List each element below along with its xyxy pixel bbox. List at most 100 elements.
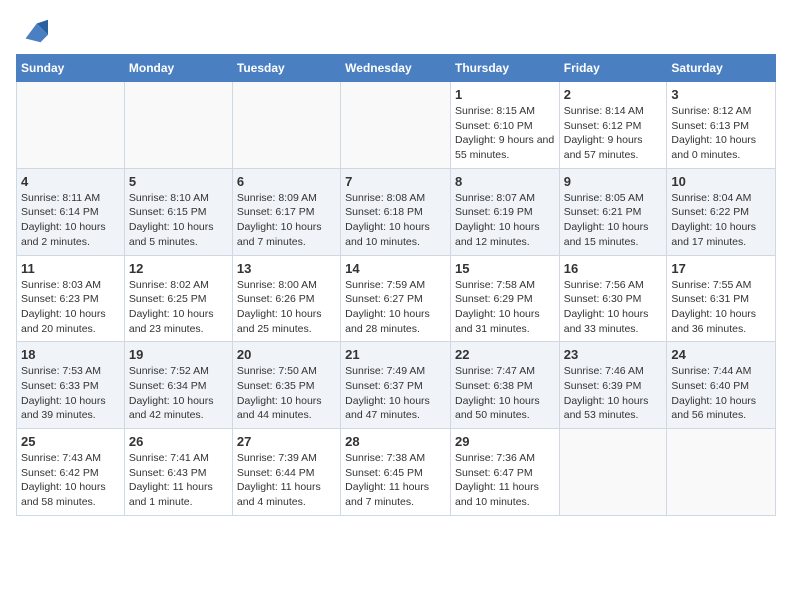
- calendar-cell: 10 Sunrise: 8:04 AMSunset: 6:22 PMDayligh…: [667, 168, 776, 255]
- day-info: Sunrise: 7:56 AMSunset: 6:30 PMDaylight:…: [564, 278, 663, 337]
- header-cell-monday: Monday: [124, 55, 232, 82]
- day-number: 22: [455, 347, 555, 362]
- day-number: 12: [129, 261, 228, 276]
- logo: [16, 16, 48, 46]
- day-info: Sunrise: 7:39 AMSunset: 6:44 PMDaylight:…: [237, 451, 336, 510]
- day-info: Sunrise: 7:59 AMSunset: 6:27 PMDaylight:…: [345, 278, 446, 337]
- day-info: Sunrise: 7:44 AMSunset: 6:40 PMDaylight:…: [671, 364, 771, 423]
- header-cell-thursday: Thursday: [450, 55, 559, 82]
- week-row-4: 25 Sunrise: 7:43 AMSunset: 6:42 PMDayligh…: [17, 429, 776, 516]
- day-info: Sunrise: 8:15 AMSunset: 6:10 PMDaylight:…: [455, 104, 555, 163]
- calendar-body: 1 Sunrise: 8:15 AMSunset: 6:10 PMDaylight…: [17, 82, 776, 516]
- calendar-cell: [17, 82, 125, 169]
- calendar-cell: 21 Sunrise: 7:49 AMSunset: 6:37 PMDayligh…: [341, 342, 451, 429]
- calendar-cell: 19 Sunrise: 7:52 AMSunset: 6:34 PMDayligh…: [124, 342, 232, 429]
- day-info: Sunrise: 8:07 AMSunset: 6:19 PMDaylight:…: [455, 191, 555, 250]
- calendar-cell: 25 Sunrise: 7:43 AMSunset: 6:42 PMDayligh…: [17, 429, 125, 516]
- day-number: 8: [455, 174, 555, 189]
- logo-icon: [18, 16, 48, 46]
- day-info: Sunrise: 8:10 AMSunset: 6:15 PMDaylight:…: [129, 191, 228, 250]
- day-number: 15: [455, 261, 555, 276]
- day-info: Sunrise: 7:38 AMSunset: 6:45 PMDaylight:…: [345, 451, 446, 510]
- week-row-3: 18 Sunrise: 7:53 AMSunset: 6:33 PMDayligh…: [17, 342, 776, 429]
- page-header: [16, 16, 776, 46]
- day-number: 10: [671, 174, 771, 189]
- day-info: Sunrise: 8:04 AMSunset: 6:22 PMDaylight:…: [671, 191, 771, 250]
- calendar-cell: 27 Sunrise: 7:39 AMSunset: 6:44 PMDayligh…: [232, 429, 340, 516]
- day-info: Sunrise: 8:02 AMSunset: 6:25 PMDaylight:…: [129, 278, 228, 337]
- week-row-0: 1 Sunrise: 8:15 AMSunset: 6:10 PMDaylight…: [17, 82, 776, 169]
- calendar-cell: 16 Sunrise: 7:56 AMSunset: 6:30 PMDayligh…: [559, 255, 667, 342]
- calendar-cell: 18 Sunrise: 7:53 AMSunset: 6:33 PMDayligh…: [17, 342, 125, 429]
- day-number: 13: [237, 261, 336, 276]
- day-info: Sunrise: 7:52 AMSunset: 6:34 PMDaylight:…: [129, 364, 228, 423]
- calendar-cell: 20Sunrise: 7:50 AMSunset: 6:35 PMDayligh…: [232, 342, 340, 429]
- week-row-1: 4Sunrise: 8:11 AMSunset: 6:14 PMDaylight…: [17, 168, 776, 255]
- header-cell-friday: Friday: [559, 55, 667, 82]
- day-info: Sunrise: 7:53 AMSunset: 6:33 PMDaylight:…: [21, 364, 120, 423]
- calendar-cell: 23Sunrise: 7:46 AMSunset: 6:39 PMDayligh…: [559, 342, 667, 429]
- day-number: 18: [21, 347, 120, 362]
- calendar-cell: 3 Sunrise: 8:12 AMSunset: 6:13 PMDaylight…: [667, 82, 776, 169]
- day-number: 21: [345, 347, 446, 362]
- calendar-cell: [124, 82, 232, 169]
- calendar-cell: 26 Sunrise: 7:41 AMSunset: 6:43 PMDayligh…: [124, 429, 232, 516]
- calendar-cell: [232, 82, 340, 169]
- calendar-cell: 12 Sunrise: 8:02 AMSunset: 6:25 PMDayligh…: [124, 255, 232, 342]
- day-info: Sunrise: 8:12 AMSunset: 6:13 PMDaylight:…: [671, 104, 771, 163]
- calendar-cell: 6 Sunrise: 8:09 AMSunset: 6:17 PMDaylight…: [232, 168, 340, 255]
- day-info: Sunrise: 7:47 AMSunset: 6:38 PMDaylight:…: [455, 364, 555, 423]
- calendar-cell: 29 Sunrise: 7:36 AMSunset: 6:47 PMDayligh…: [450, 429, 559, 516]
- header-cell-wednesday: Wednesday: [341, 55, 451, 82]
- day-number: 1: [455, 87, 555, 102]
- day-number: 14: [345, 261, 446, 276]
- day-number: 26: [129, 434, 228, 449]
- calendar-cell: 9 Sunrise: 8:05 AMSunset: 6:21 PMDaylight…: [559, 168, 667, 255]
- calendar-cell: 15 Sunrise: 7:58 AMSunset: 6:29 PMDayligh…: [450, 255, 559, 342]
- calendar-cell: 7 Sunrise: 8:08 AMSunset: 6:18 PMDaylight…: [341, 168, 451, 255]
- calendar-cell: 22 Sunrise: 7:47 AMSunset: 6:38 PMDayligh…: [450, 342, 559, 429]
- day-info: Sunrise: 8:11 AMSunset: 6:14 PMDaylight:…: [21, 191, 120, 250]
- calendar-cell: 13 Sunrise: 8:00 AMSunset: 6:26 PMDayligh…: [232, 255, 340, 342]
- day-number: 6: [237, 174, 336, 189]
- week-row-2: 11Sunrise: 8:03 AMSunset: 6:23 PMDayligh…: [17, 255, 776, 342]
- day-info: Sunrise: 7:49 AMSunset: 6:37 PMDaylight:…: [345, 364, 446, 423]
- day-number: 9: [564, 174, 663, 189]
- calendar-cell: 17 Sunrise: 7:55 AMSunset: 6:31 PMDayligh…: [667, 255, 776, 342]
- day-info: Sunrise: 7:46 AMSunset: 6:39 PMDaylight:…: [564, 364, 663, 423]
- day-number: 7: [345, 174, 446, 189]
- calendar-cell: [667, 429, 776, 516]
- calendar-table: SundayMondayTuesdayWednesdayThursdayFrid…: [16, 54, 776, 516]
- day-number: 16: [564, 261, 663, 276]
- day-info: Sunrise: 8:08 AMSunset: 6:18 PMDaylight:…: [345, 191, 446, 250]
- header-cell-saturday: Saturday: [667, 55, 776, 82]
- day-info: Sunrise: 8:03 AMSunset: 6:23 PMDaylight:…: [21, 278, 120, 337]
- calendar-header: SundayMondayTuesdayWednesdayThursdayFrid…: [17, 55, 776, 82]
- day-info: Sunrise: 7:58 AMSunset: 6:29 PMDaylight:…: [455, 278, 555, 337]
- calendar-cell: 4Sunrise: 8:11 AMSunset: 6:14 PMDaylight…: [17, 168, 125, 255]
- day-info: Sunrise: 8:00 AMSunset: 6:26 PMDaylight:…: [237, 278, 336, 337]
- day-number: 3: [671, 87, 771, 102]
- calendar-cell: 5 Sunrise: 8:10 AMSunset: 6:15 PMDaylight…: [124, 168, 232, 255]
- calendar-cell: 14 Sunrise: 7:59 AMSunset: 6:27 PMDayligh…: [341, 255, 451, 342]
- day-info: Sunrise: 7:43 AMSunset: 6:42 PMDaylight:…: [21, 451, 120, 510]
- calendar-cell: [341, 82, 451, 169]
- day-info: Sunrise: 8:09 AMSunset: 6:17 PMDaylight:…: [237, 191, 336, 250]
- day-number: 29: [455, 434, 555, 449]
- header-row: SundayMondayTuesdayWednesdayThursdayFrid…: [17, 55, 776, 82]
- day-info: Sunrise: 7:55 AMSunset: 6:31 PMDaylight:…: [671, 278, 771, 337]
- day-info: Sunrise: 8:05 AMSunset: 6:21 PMDaylight:…: [564, 191, 663, 250]
- calendar-cell: 1 Sunrise: 8:15 AMSunset: 6:10 PMDaylight…: [450, 82, 559, 169]
- day-number: 17: [671, 261, 771, 276]
- day-number: 5: [129, 174, 228, 189]
- day-info: Sunrise: 7:36 AMSunset: 6:47 PMDaylight:…: [455, 451, 555, 510]
- day-number: 19: [129, 347, 228, 362]
- day-info: Sunrise: 8:14 AMSunset: 6:12 PMDaylight:…: [564, 104, 663, 163]
- calendar-cell: 11Sunrise: 8:03 AMSunset: 6:23 PMDayligh…: [17, 255, 125, 342]
- header-cell-sunday: Sunday: [17, 55, 125, 82]
- header-cell-tuesday: Tuesday: [232, 55, 340, 82]
- day-info: Sunrise: 7:41 AMSunset: 6:43 PMDaylight:…: [129, 451, 228, 510]
- day-number: 24: [671, 347, 771, 362]
- day-number: 25: [21, 434, 120, 449]
- day-number: 27: [237, 434, 336, 449]
